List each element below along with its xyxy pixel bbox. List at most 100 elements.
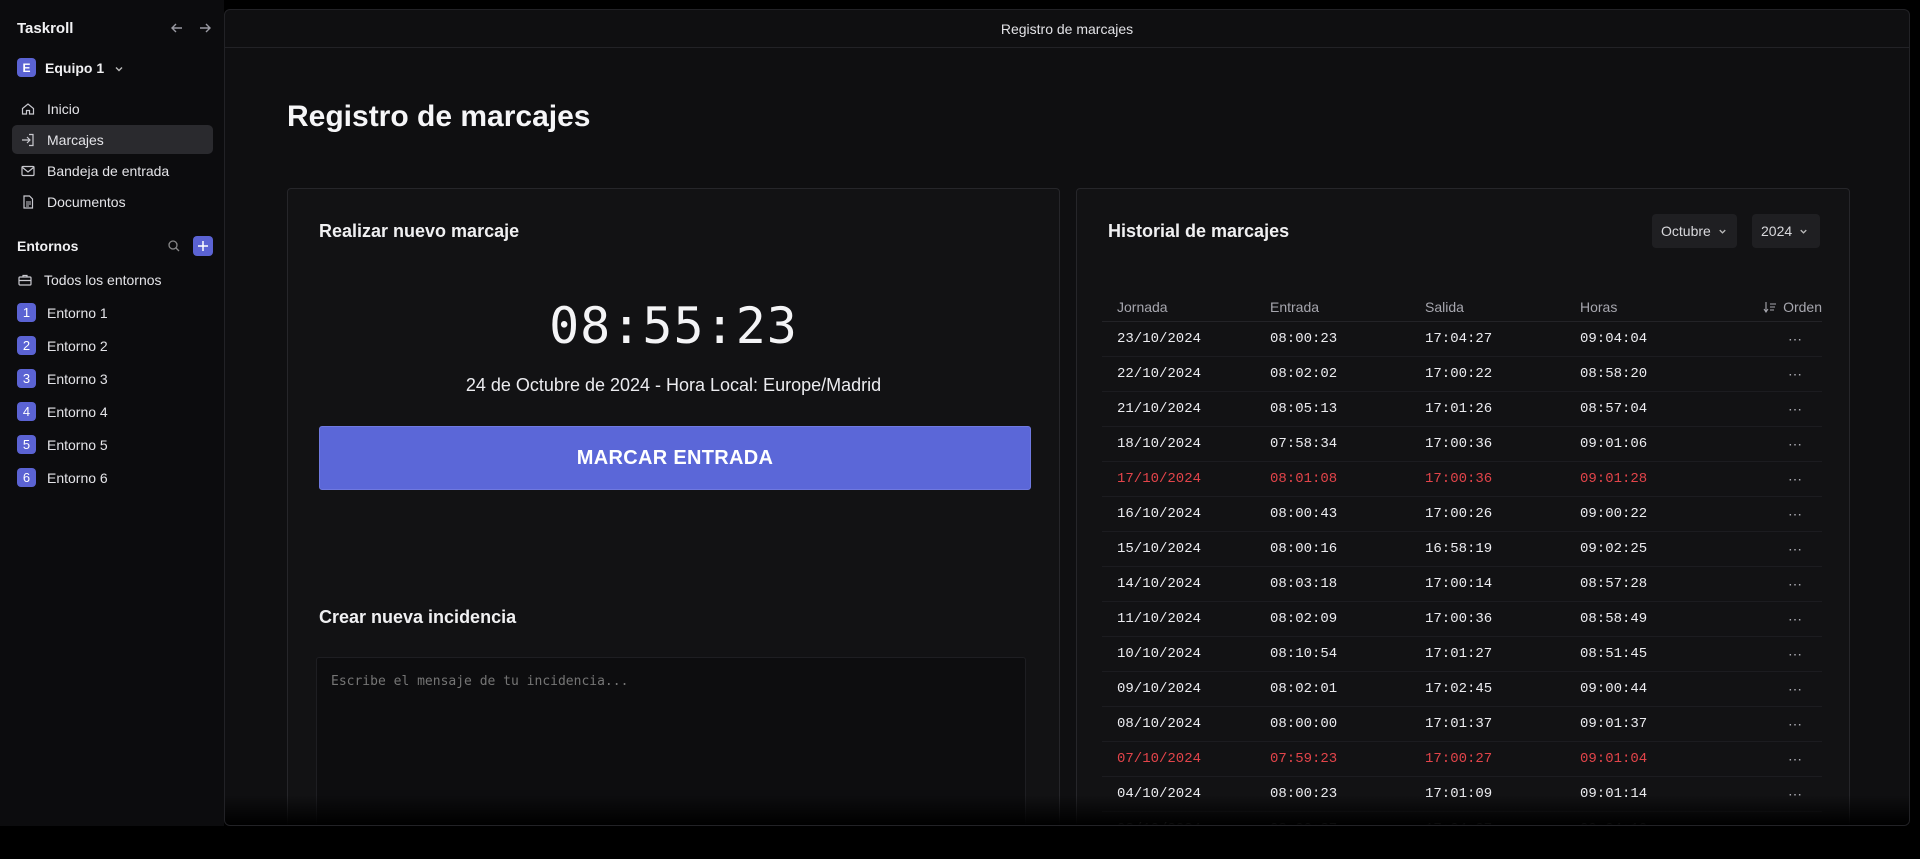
search-icon[interactable] [167, 239, 181, 253]
environment-label: Todos los entornos [44, 271, 162, 288]
cell-jornada: 16/10/2024 [1117, 506, 1202, 522]
team-name: Equipo 1 [45, 59, 105, 76]
environments-header: Entornos [17, 236, 213, 256]
row-more-options-icon[interactable]: ⋯ [1760, 646, 1822, 663]
row-more-options-icon[interactable]: ⋯ [1760, 611, 1822, 628]
add-environment-button[interactable] [193, 236, 213, 256]
environment-label: Entorno 4 [47, 403, 108, 420]
environment-item[interactable]: 1 Entorno 1 [12, 296, 213, 329]
row-more-options-icon[interactable]: ⋯ [1760, 366, 1822, 383]
forward-arrow-icon[interactable] [198, 21, 212, 35]
column-header-jornada[interactable]: Jornada [1102, 299, 1270, 315]
top-bar: Registro de marcajes [225, 10, 1909, 48]
chevron-down-icon [113, 62, 125, 74]
month-value: Octubre [1661, 223, 1711, 239]
nav-item-marcajes[interactable]: Marcajes [12, 125, 213, 154]
environment-item-all[interactable]: Todos los entornos [12, 263, 213, 296]
sort-icon [1763, 301, 1777, 313]
nav-item-inicio[interactable]: Inicio [12, 94, 213, 123]
mail-icon [20, 163, 36, 179]
table-row: 07/10/2024 07:59:23 17:00:27 09:01:04 ⋯ [1102, 742, 1822, 777]
environment-label: Entorno 1 [47, 304, 108, 321]
column-header-salida[interactable]: Salida [1425, 299, 1580, 315]
history-table: Jornada Entrada Salida Horas Orden 23/10… [1102, 292, 1822, 825]
cell-entrada: 08:00:00 [1270, 716, 1338, 732]
brand-row: Taskroll [17, 16, 212, 40]
column-header-entrada[interactable]: Entrada [1270, 299, 1425, 315]
cell-jornada: 10/10/2024 [1117, 646, 1202, 662]
cell-horas: 09:01:06 [1580, 436, 1648, 452]
cell-salida: 17:04:27 [1425, 331, 1493, 347]
sidebar: Taskroll E Equipo 1 Inicio Marcajes Band… [0, 0, 224, 826]
cell-salida: 17:01:27 [1425, 646, 1493, 662]
cell-salida: 17:00:22 [1425, 366, 1493, 382]
cell-salida: 17:00:14 [1425, 576, 1493, 592]
cell-entrada: 08:01:08 [1270, 471, 1338, 487]
environment-item[interactable]: 5 Entorno 5 [12, 428, 213, 461]
cell-salida: 17:01:26 [1425, 401, 1493, 417]
environment-item[interactable]: 4 Entorno 4 [12, 395, 213, 428]
cell-entrada: 08:00:43 [1270, 506, 1338, 522]
briefcase-icon [17, 272, 33, 288]
column-header-horas[interactable]: Horas [1580, 299, 1760, 315]
nav-label: Bandeja de entrada [47, 162, 170, 179]
environment-item[interactable]: 2 Entorno 2 [12, 329, 213, 362]
team-switcher[interactable]: E Equipo 1 [17, 58, 125, 77]
cell-salida: 17:00:26 [1425, 506, 1493, 522]
environment-number: 6 [17, 468, 36, 487]
cell-horas: 09:01:37 [1580, 716, 1648, 732]
cell-horas: 09:04:04 [1580, 331, 1648, 347]
table-row: 18/10/2024 07:58:34 17:00:36 09:01:06 ⋯ [1102, 427, 1822, 462]
cell-horas: 08:58:20 [1580, 366, 1648, 382]
cell-horas: 09:01:28 [1580, 471, 1648, 487]
environment-list: Todos los entornos 1 Entorno 1 2 Entorno… [12, 263, 213, 494]
cell-jornada: 22/10/2024 [1117, 366, 1202, 382]
date-timezone-line: 24 de Octubre de 2024 - Hora Local: Euro… [465, 375, 882, 395]
nav-label: Documentos [47, 193, 126, 210]
cell-horas: 08:51:45 [1580, 646, 1648, 662]
sort-order-control[interactable]: Orden [1760, 299, 1822, 315]
row-more-options-icon[interactable]: ⋯ [1760, 401, 1822, 418]
cell-jornada: 09/10/2024 [1117, 681, 1202, 697]
history-nav [170, 21, 212, 35]
nav-label: Marcajes [47, 131, 104, 148]
clock-in-button[interactable]: MARCAR ENTRADA [319, 426, 1031, 490]
environment-item[interactable]: 6 Entorno 6 [12, 461, 213, 494]
environment-number: 4 [17, 402, 36, 421]
environment-number: 5 [17, 435, 36, 454]
row-more-options-icon[interactable]: ⋯ [1760, 576, 1822, 593]
cell-jornada: 15/10/2024 [1117, 541, 1202, 557]
year-select[interactable]: 2024 [1752, 214, 1820, 248]
cell-horas: 09:00:44 [1580, 681, 1648, 697]
cell-horas: 09:02:25 [1580, 541, 1648, 557]
new-punch-card: Realizar nuevo marcaje 08:55:23 24 de Oc… [287, 188, 1060, 825]
environment-label: Entorno 5 [47, 436, 108, 453]
row-more-options-icon[interactable]: ⋯ [1760, 716, 1822, 733]
row-more-options-icon[interactable]: ⋯ [1760, 541, 1822, 558]
cell-jornada: 21/10/2024 [1117, 401, 1202, 417]
cell-horas: 08:57:28 [1580, 576, 1648, 592]
row-more-options-icon[interactable]: ⋯ [1760, 506, 1822, 523]
back-arrow-icon[interactable] [170, 21, 184, 35]
cell-jornada: 18/10/2024 [1117, 436, 1202, 452]
row-more-options-icon[interactable]: ⋯ [1760, 681, 1822, 698]
environment-item[interactable]: 3 Entorno 3 [12, 362, 213, 395]
table-row: 16/10/2024 08:00:43 17:00:26 09:00:22 ⋯ [1102, 497, 1822, 532]
row-more-options-icon[interactable]: ⋯ [1760, 471, 1822, 488]
nav-item-documentos[interactable]: Documentos [12, 187, 213, 216]
history-title: Historial de marcajes [1108, 221, 1290, 241]
header-title: Registro de marcajes [1000, 20, 1134, 37]
cell-salida: 17:00:36 [1425, 436, 1493, 452]
row-more-options-icon[interactable]: ⋯ [1760, 331, 1822, 348]
row-more-options-icon[interactable]: ⋯ [1760, 751, 1822, 768]
nav-item-bandeja[interactable]: Bandeja de entrada [12, 156, 213, 185]
cell-jornada: 07/10/2024 [1117, 751, 1202, 767]
app-window: Taskroll E Equipo 1 Inicio Marcajes Band… [0, 0, 1920, 859]
cell-salida: 17:01:37 [1425, 716, 1493, 732]
month-select[interactable]: Octubre [1652, 214, 1737, 248]
bottom-fade [225, 795, 1909, 825]
row-more-options-icon[interactable]: ⋯ [1760, 436, 1822, 453]
environment-label: Entorno 3 [47, 370, 108, 387]
document-icon [20, 194, 36, 210]
cell-entrada: 08:02:01 [1270, 681, 1338, 697]
